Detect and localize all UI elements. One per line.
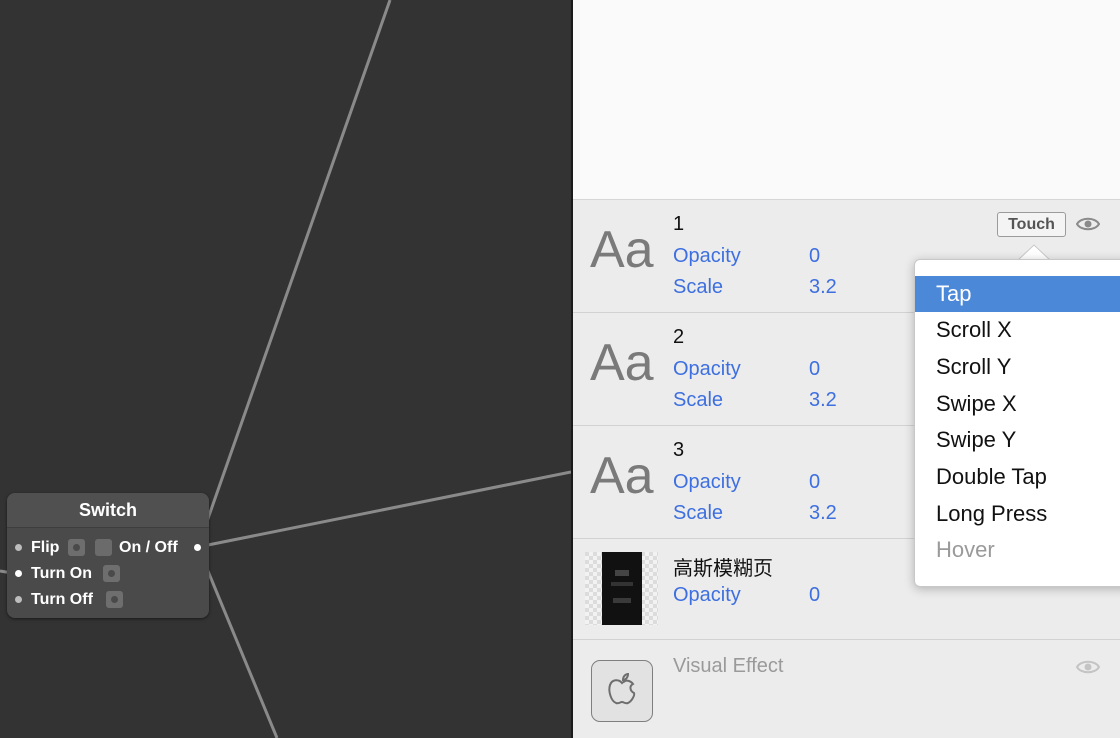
text-layer-icon: Aa [590, 334, 654, 392]
scale-value[interactable]: 3.2 [809, 276, 837, 299]
opacity-value[interactable]: 0 [809, 471, 820, 494]
turn-off-label: Turn Off [31, 591, 93, 608]
layer-name: 1 [673, 213, 685, 235]
on-off-label: On / Off [119, 539, 178, 556]
switch-patch[interactable]: Switch Flip On / Off Turn On Turn Off [7, 493, 209, 618]
scale-label[interactable]: Scale [673, 502, 723, 525]
flip-input-port[interactable] [15, 544, 22, 551]
layer-name: Visual Effect [673, 655, 784, 677]
wire-down[interactable] [196, 546, 279, 738]
flip-label: Flip [31, 539, 60, 556]
menu-item-long-press[interactable]: Long Press [915, 496, 1120, 532]
touch-type-menu[interactable]: Tap Scroll X Scroll Y Swipe X Swipe Y Do… [914, 259, 1120, 587]
menu-item-tap[interactable]: Tap [915, 276, 1120, 312]
eye-icon[interactable] [1076, 216, 1100, 232]
opacity-value[interactable]: 0 [809, 358, 820, 381]
menu-item-swipe-x[interactable]: Swipe X [915, 386, 1120, 422]
turn-off-trigger-button[interactable] [106, 591, 123, 608]
opacity-label[interactable]: Opacity [673, 584, 741, 607]
patch-title: Switch [7, 493, 209, 528]
menu-item-double-tap[interactable]: Double Tap [915, 459, 1120, 495]
menu-item-scroll-x[interactable]: Scroll X [915, 312, 1120, 348]
on-off-output-port[interactable] [194, 544, 201, 551]
scale-label[interactable]: Scale [673, 276, 723, 299]
opacity-label[interactable]: Opacity [673, 471, 741, 494]
opacity-value[interactable]: 0 [809, 584, 820, 607]
on-off-state-indicator [95, 539, 112, 556]
scale-label[interactable]: Scale [673, 389, 723, 412]
scale-value[interactable]: 3.2 [809, 502, 837, 525]
opacity-label[interactable]: Opacity [673, 358, 741, 381]
layer-row-visual-effect[interactable]: Visual Effect [573, 640, 1120, 738]
opacity-label[interactable]: Opacity [673, 245, 741, 268]
wire-right[interactable] [197, 470, 571, 549]
eye-icon[interactable] [1076, 659, 1100, 675]
scale-value[interactable]: 3.2 [809, 389, 837, 412]
patch-canvas[interactable]: Switch Flip On / Off Turn On Turn Off [0, 0, 571, 738]
touch-button[interactable]: Touch [997, 212, 1066, 237]
image-thumbnail-icon [585, 552, 658, 625]
opacity-value[interactable]: 0 [809, 245, 820, 268]
apple-logo-icon [591, 660, 653, 722]
turn-off-input-port[interactable] [15, 596, 22, 603]
preview-viewer[interactable] [573, 0, 1120, 200]
flip-trigger-button[interactable] [68, 539, 85, 556]
turn-on-input-port[interactable] [15, 570, 22, 577]
menu-item-hover: Hover [936, 537, 995, 562]
turn-on-label: Turn On [31, 565, 93, 582]
wire-up[interactable] [196, 0, 392, 548]
layer-name: 2 [673, 326, 685, 348]
connection-wires [0, 0, 571, 738]
text-layer-icon: Aa [590, 447, 654, 505]
turn-on-trigger-button[interactable] [103, 565, 120, 582]
layer-name: 3 [673, 439, 685, 461]
text-layer-icon: Aa [590, 221, 654, 279]
menu-item-swipe-y[interactable]: Swipe Y [915, 422, 1120, 458]
menu-item-scroll-y[interactable]: Scroll Y [915, 349, 1120, 385]
layer-name: 高斯模糊页 [673, 558, 773, 580]
